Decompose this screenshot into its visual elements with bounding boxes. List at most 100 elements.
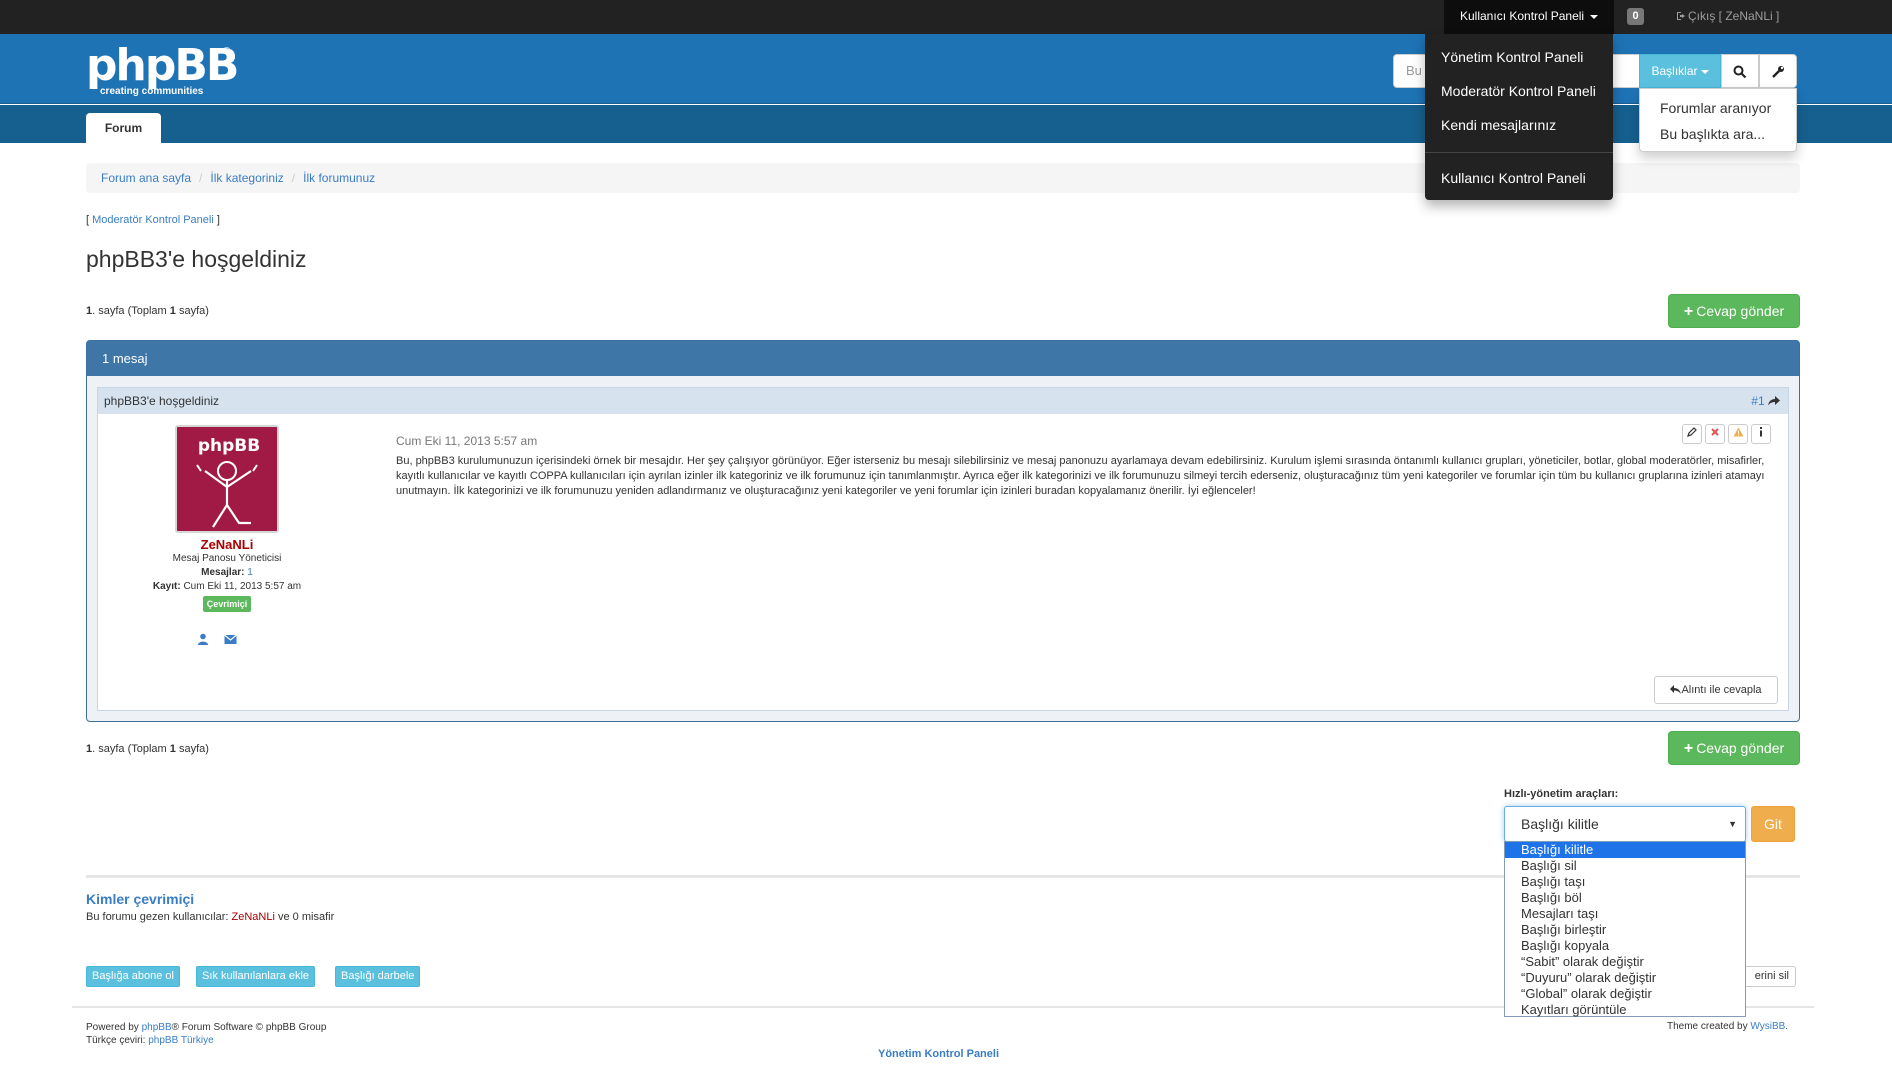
quick-mod-option[interactable]: Kayıtları görüntüle xyxy=(1505,1002,1745,1018)
quick-mod-option[interactable]: Başlığı sil xyxy=(1505,858,1745,874)
quick-mod-option[interactable]: Başlığı kopyala xyxy=(1505,938,1745,954)
quick-mod-go-button[interactable]: Git xyxy=(1751,806,1795,842)
breadcrumb-item-forum[interactable]: İlk forumunuz xyxy=(303,171,375,185)
mcp-link-wrapper: [ Moderatör Kontrol Paneli ] xyxy=(86,214,220,226)
avatar: phpBB xyxy=(175,425,279,533)
menu-divider xyxy=(1425,152,1613,153)
posts-panel: 1 mesaj phpBB3'e hoşgeldiniz #1 phpBB Ze… xyxy=(86,340,1800,722)
delete-post-button[interactable] xyxy=(1705,424,1725,444)
post-body: Bu, phpBB3 kurulumunuzun içerisindeki ör… xyxy=(396,455,1765,497)
menu-item-search-topic[interactable]: Bu başlıkta ara... xyxy=(1640,121,1796,147)
menu-item-ucp[interactable]: Kullanıcı Kontrol Paneli xyxy=(1425,161,1613,195)
post-author-rank: Mesaj Panosu Yöneticisi xyxy=(172,553,282,564)
bump-topic-button[interactable]: Başlığı darbele xyxy=(335,966,421,987)
page-title: phpBB3'e hoşgeldiniz xyxy=(86,246,307,272)
logo-slogan: creating communities xyxy=(100,86,204,97)
breadcrumb-item-category[interactable]: İlk kategoriniz xyxy=(210,171,283,185)
menu-item-acp[interactable]: Yönetim Kontrol Paneli xyxy=(1425,40,1613,74)
logo-registered: ® xyxy=(223,46,231,57)
quick-mod-option[interactable]: Başlığı böl xyxy=(1505,890,1745,906)
quote-reply-button[interactable]: Alıntı ile cevapla xyxy=(1654,676,1778,704)
quick-mod-option[interactable]: Başlığı taşı xyxy=(1505,874,1745,890)
post-reply-button-top[interactable]: + Cevap gönder xyxy=(1668,294,1800,328)
logout-icon xyxy=(1677,12,1685,20)
plus-icon: + xyxy=(1683,740,1694,757)
mcp-link[interactable]: Moderatör Kontrol Paneli xyxy=(92,214,214,226)
search-topics-label: Başlıklar xyxy=(1651,64,1698,78)
quick-mod-selected: Başlığı kilitle xyxy=(1521,816,1599,832)
post-author-posts-label: Mesajlar: xyxy=(201,567,245,578)
share-arrow-icon xyxy=(1768,396,1780,406)
quick-mod-options-list: Başlığı kilitle Başlığı sil Başlığı taşı… xyxy=(1504,841,1746,1017)
wysibb-link[interactable]: WysiBB xyxy=(1750,1021,1785,1032)
phpbb-logo[interactable]: phpBB ® creating communities xyxy=(86,44,246,100)
who-online-title[interactable]: Kimler çevrimiçi xyxy=(86,891,194,907)
search-topics-button[interactable]: Başlıklar xyxy=(1639,54,1721,88)
bookmark-topic-button[interactable]: Sık kullanılanlara ekle xyxy=(196,966,316,987)
post-author-posts-value[interactable]: 1 xyxy=(247,567,253,578)
tab-forum[interactable]: Forum xyxy=(86,113,161,143)
report-post-button[interactable] xyxy=(1728,424,1748,444)
quick-mod-select[interactable]: Başlığı kilitle ▼ xyxy=(1504,806,1746,842)
edit-post-button[interactable] xyxy=(1682,424,1702,444)
logout-link[interactable]: Çıkış [ ZeNaNLi ] xyxy=(1676,0,1779,32)
logout-label: Çıkış [ ZeNaNLi ] xyxy=(1688,9,1780,23)
quick-mod-option[interactable]: Başlığı kilitle xyxy=(1505,842,1745,858)
email-icon[interactable] xyxy=(224,634,238,645)
quick-mod-option[interactable]: “Duyuru” olarak değiştir xyxy=(1505,970,1745,986)
warning-icon xyxy=(1733,427,1743,437)
info-icon xyxy=(1760,427,1762,437)
quick-mod-label: Hızlı-yönetim araçları: xyxy=(1504,788,1619,800)
post-permalink[interactable]: #1 xyxy=(1751,388,1780,414)
search-button[interactable] xyxy=(1721,54,1759,88)
quick-mod-option[interactable]: Mesajları taşı xyxy=(1505,906,1745,922)
wrench-icon xyxy=(1772,65,1784,78)
post-author-joined-label: Kayıt: xyxy=(152,581,181,592)
pagination-info-top: 1. sayfa (Toplam 1 sayfa) xyxy=(86,305,209,317)
top-bar: Kullanıcı Kontrol Paneli 0 Çıkış [ ZeNaN… xyxy=(0,0,1892,34)
post-author-username[interactable]: ZeNaNLi xyxy=(98,538,356,552)
edit-icon xyxy=(1687,427,1697,437)
quick-mod-option[interactable]: “Global” olarak değiştir xyxy=(1505,986,1745,1002)
menu-item-search-forums[interactable]: Forumlar aranıyor xyxy=(1640,95,1796,121)
reply-arrow-icon xyxy=(1670,685,1682,694)
post-header: phpBB3'e hoşgeldiniz #1 xyxy=(98,388,1788,414)
acp-footer-link[interactable]: Yönetim Kontrol Paneli xyxy=(878,1048,999,1060)
quick-mod-option[interactable]: Başlığı birleştir xyxy=(1505,922,1745,938)
notifications-badge[interactable]: 0 xyxy=(1627,8,1644,25)
phpbb-link[interactable]: phpBB xyxy=(142,1022,172,1033)
ucp-menu-toggle[interactable]: Kullanıcı Kontrol Paneli xyxy=(1444,0,1615,34)
post-info-button[interactable] xyxy=(1751,424,1771,444)
posts-panel-heading: 1 mesaj xyxy=(87,341,1799,376)
caret-down-icon xyxy=(1700,69,1709,74)
logo-text: phpBB xyxy=(86,40,239,91)
pagination-info-bottom: 1. sayfa (Toplam 1 sayfa) xyxy=(86,743,209,755)
breadcrumb-item-home[interactable]: Forum ana sayfa xyxy=(101,171,191,185)
post-date: Cum Eki 11, 2013 5:57 am xyxy=(396,434,538,448)
subscribe-topic-button[interactable]: Başlığa abone ol xyxy=(86,966,180,987)
search-topics-dropdown: Forumlar aranıyor Bu başlıkta ara... xyxy=(1639,88,1797,152)
menu-item-own-posts[interactable]: Kendi mesajlarınız xyxy=(1425,108,1613,142)
who-online-text: Bu forumu gezen kullanıcılar: ZeNaNLi ve… xyxy=(86,911,335,923)
close-icon xyxy=(1711,428,1719,436)
footer-credits: Powered by phpBB® Forum Software © phpBB… xyxy=(86,1022,327,1046)
search-icon xyxy=(1733,65,1747,79)
ucp-menu-label: Kullanıcı Kontrol Paneli xyxy=(1460,9,1585,23)
quick-mod-option[interactable]: “Sabit” olarak değiştir xyxy=(1505,954,1745,970)
user-profile-icon[interactable] xyxy=(197,633,209,645)
menu-item-mcp[interactable]: Moderatör Kontrol Paneli xyxy=(1425,74,1613,108)
post-subject: phpBB3'e hoşgeldiniz xyxy=(104,394,220,408)
post-reply-button-bottom[interactable]: + Cevap gönder xyxy=(1668,731,1800,765)
advanced-search-button[interactable] xyxy=(1759,54,1797,88)
post: phpBB3'e hoşgeldiniz #1 phpBB ZeNaNLi Me… xyxy=(97,387,1789,711)
post-reply-label: Cevap gönder xyxy=(1696,740,1785,756)
caret-down-icon xyxy=(1590,14,1599,19)
online-user-link[interactable]: ZeNaNLi xyxy=(232,911,275,923)
translation-link[interactable]: phpBB Türkiye xyxy=(148,1035,213,1046)
post-author-joined-value: Cum Eki 11, 2013 5:57 am xyxy=(183,581,302,592)
post-tools xyxy=(1679,424,1771,444)
theme-credit: Theme created by WysiBB. xyxy=(1667,1021,1789,1032)
avatar-logo-text: phpBB xyxy=(198,436,260,456)
ucp-dropdown-menu: Yönetim Kontrol Paneli Moderatör Kontrol… xyxy=(1425,34,1613,200)
post-profile: ZeNaNLi Mesaj Panosu Yöneticisi Mesajlar… xyxy=(98,538,356,612)
